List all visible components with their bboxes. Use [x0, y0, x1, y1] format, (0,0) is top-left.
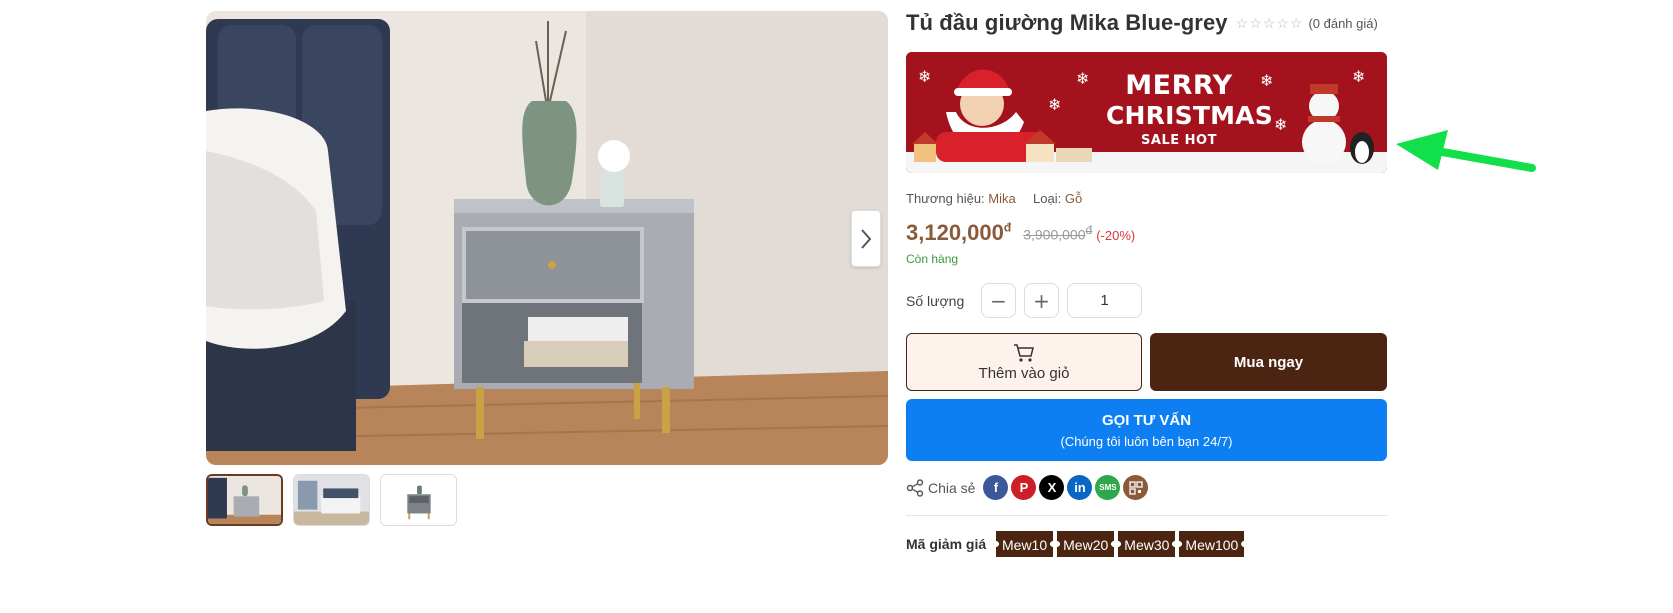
- quantity-minus-button[interactable]: −: [981, 283, 1016, 318]
- star-icon: ☆: [1262, 15, 1276, 31]
- title-row: Tủ đầu giường Mika Blue-grey ☆ ☆ ☆ ☆ ☆ (…: [906, 8, 1387, 38]
- product-main-image[interactable]: [206, 11, 888, 465]
- consult-call-button[interactable]: GỌI TƯ VẤN (Chúng tôi luôn bên bạn 24/7): [906, 399, 1387, 461]
- christmas-sale-banner[interactable]: ❄ ❄ ❄ ❄ ❄ ❄ MERRY CHRISTMAS SALE HOT: [906, 52, 1387, 173]
- coupon-mew10[interactable]: Mew10: [996, 531, 1054, 557]
- star-icon: ☆: [1235, 15, 1249, 31]
- svg-text:❄: ❄: [918, 67, 931, 86]
- quantity-plus-button[interactable]: +: [1024, 283, 1059, 318]
- pinterest-icon[interactable]: P: [1011, 475, 1037, 500]
- linkedin-icon[interactable]: in: [1067, 475, 1093, 500]
- coupon-mew100[interactable]: Mew100: [1179, 531, 1245, 557]
- thumbnail-strip: [206, 474, 457, 526]
- thumbnail-1[interactable]: [206, 474, 283, 526]
- old-price: 3,900,000đ: [1023, 223, 1093, 243]
- x-icon[interactable]: X: [1039, 475, 1065, 500]
- buy-now-button[interactable]: Mua ngay: [1150, 333, 1387, 391]
- svg-text:❄: ❄: [1076, 69, 1089, 88]
- coupon-mew30[interactable]: Mew30: [1118, 531, 1176, 557]
- type-label: Loại:: [1033, 191, 1062, 206]
- product-title: Tủ đầu giường Mika Blue-grey: [906, 10, 1228, 35]
- next-image-button[interactable]: [851, 210, 881, 267]
- facebook-icon[interactable]: f: [983, 475, 1009, 500]
- type-value[interactable]: Gỗ: [1065, 191, 1082, 206]
- svg-text:❄: ❄: [1352, 67, 1365, 86]
- share-label: Chia sẻ: [928, 479, 976, 496]
- qr-code-icon[interactable]: [1123, 475, 1149, 500]
- star-icon: ☆: [1289, 15, 1303, 31]
- star-icon: ☆: [1249, 15, 1262, 31]
- brand-value[interactable]: Mika: [988, 191, 1015, 206]
- share-row: Chia sẻ f P X in SMS: [906, 475, 1151, 500]
- divider: [906, 515, 1387, 516]
- consult-title: GỌI TƯ VẤN: [1101, 411, 1192, 429]
- coupon-label: Mã giảm giá: [906, 536, 987, 552]
- stock-status: Còn hàng: [906, 252, 959, 266]
- product-meta: Thương hiệu: Mika Loại: Gỗ: [906, 191, 1082, 206]
- add-to-cart-button[interactable]: Thêm vào giỏ: [906, 333, 1142, 391]
- add-to-cart-label: Thêm vào giỏ: [978, 364, 1070, 382]
- svg-text:❄: ❄: [1274, 115, 1287, 134]
- thumbnail-2[interactable]: [293, 474, 370, 526]
- review-count[interactable]: (0 đánh giá): [1308, 16, 1377, 31]
- coupon-row: Mã giảm giá Mew10 Mew20 Mew30 Mew100: [906, 531, 1248, 557]
- quantity-row: Số lượng − +: [906, 283, 1142, 318]
- cart-icon: [1014, 343, 1034, 362]
- product-info: Tủ đầu giường Mika Blue-grey ☆ ☆ ☆ ☆ ☆ (…: [906, 8, 1387, 38]
- consult-subtitle: (Chúng tôi luôn bên bạn 24/7): [1060, 433, 1233, 449]
- star-icon: ☆: [1276, 15, 1289, 31]
- quantity-input[interactable]: [1067, 283, 1142, 318]
- thumbnail-3[interactable]: [380, 474, 457, 526]
- rating-stars[interactable]: ☆ ☆ ☆ ☆ ☆: [1236, 16, 1303, 30]
- sms-icon[interactable]: SMS: [1095, 475, 1121, 500]
- coupon-mew20[interactable]: Mew20: [1057, 531, 1115, 557]
- discount-badge: (-20%): [1096, 228, 1136, 243]
- quantity-label: Số lượng: [906, 292, 965, 309]
- brand-label: Thương hiệu:: [906, 191, 985, 206]
- chevron-right-icon: [861, 228, 872, 249]
- share-icon: [906, 478, 924, 497]
- current-price: 3,120,000đ: [906, 220, 1012, 245]
- green-arrow-annotation: [1396, 130, 1536, 172]
- svg-text:❄: ❄: [1260, 71, 1273, 90]
- price-row: 3,120,000đ 3,900,000đ (-20%): [906, 220, 1135, 246]
- svg-text:❄: ❄: [1048, 95, 1061, 114]
